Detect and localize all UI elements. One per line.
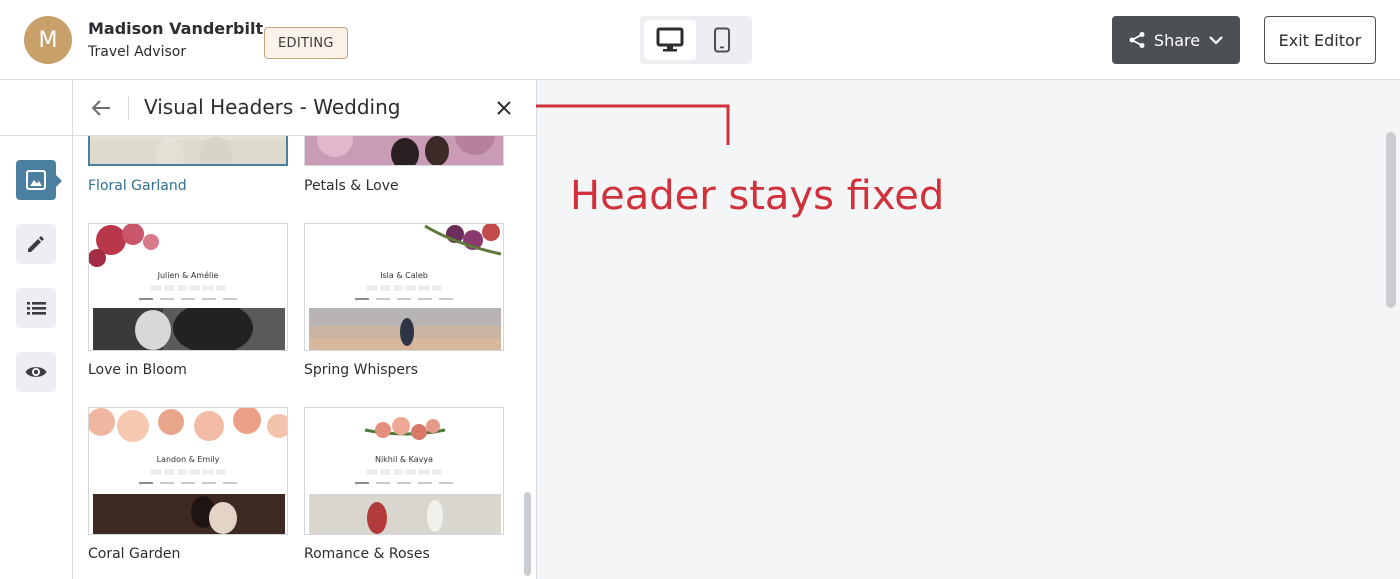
template-thumbnail: Isla & Caleb: [304, 223, 504, 351]
back-arrow-icon[interactable]: [89, 96, 113, 120]
rail-item-list[interactable]: [16, 288, 56, 328]
photo-preview: [93, 308, 285, 350]
device-toggle: [640, 16, 752, 64]
list-icon: [27, 302, 46, 315]
template-label: Coral Garden: [88, 546, 181, 562]
panel-title: Visual Headers - Wedding: [144, 95, 401, 119]
template-thumbnail: Julien & Amélie: [88, 223, 288, 351]
canvas-scrollbar[interactable]: [1386, 132, 1396, 308]
share-label: Share: [1153, 30, 1201, 50]
photo-preview: [93, 494, 285, 534]
status-badge: EDITING: [264, 27, 348, 59]
couple-name: Nikhil & Kavya: [374, 455, 434, 464]
editor-canvas: [537, 80, 1400, 579]
panel-header: Visual Headers - Wedding: [73, 80, 536, 136]
template-thumbnail: Nikhil & Kavya: [304, 407, 504, 535]
photo-preview: [309, 494, 501, 534]
user-name: Madison Vanderbilt: [88, 19, 264, 38]
share-icon: [1129, 32, 1145, 48]
exit-editor-button[interactable]: Exit Editor: [1264, 16, 1376, 64]
nav-preview: [305, 482, 503, 484]
image-icon: [26, 170, 46, 190]
template-label: Love in Bloom: [88, 362, 187, 378]
template-thumbnail: Landon & Emily: [88, 407, 288, 535]
top-bar: M Madison Vanderbilt Travel Advisor EDIT…: [0, 0, 1400, 80]
sidebar-rail: [0, 80, 73, 579]
date-blocks: [305, 469, 503, 475]
header-divider: [128, 96, 129, 120]
mobile-view-button[interactable]: [696, 20, 748, 60]
nav-preview: [89, 298, 287, 300]
annotation-text: Header stays fixed: [570, 173, 945, 219]
avatar[interactable]: M: [24, 16, 72, 64]
user-role: Travel Advisor: [88, 44, 187, 60]
pencil-icon: [28, 236, 44, 252]
rail-item-preview[interactable]: [16, 352, 56, 392]
chevron-down-icon: [1209, 36, 1223, 45]
date-blocks: [89, 285, 287, 291]
rail-item-edit[interactable]: [16, 224, 56, 264]
rail-divider: [0, 135, 72, 136]
nav-preview: [89, 482, 287, 484]
couple-name: Isla & Caleb: [380, 271, 428, 280]
nav-preview: [305, 298, 503, 300]
close-icon[interactable]: [493, 97, 515, 119]
panel-scrollbar[interactable]: [524, 492, 531, 576]
annotation-bracket: [525, 104, 730, 145]
date-blocks: [305, 285, 503, 291]
desktop-view-button[interactable]: [644, 20, 696, 60]
mobile-icon: [714, 27, 730, 53]
share-button[interactable]: Share: [1112, 16, 1240, 64]
photo-preview: [309, 308, 501, 350]
couple-name: Julien & Amélie: [157, 271, 219, 280]
template-label: Floral Garland: [88, 178, 187, 194]
date-blocks: [89, 469, 287, 475]
rail-item-visual-headers[interactable]: [16, 160, 56, 200]
template-label: Petals & Love: [304, 178, 399, 194]
eye-icon: [25, 367, 47, 377]
visual-headers-panel: Visual Headers - Wedding Floral Garland: [73, 80, 537, 579]
template-label: Spring Whispers: [304, 362, 419, 378]
couple-name: Landon & Emily: [156, 455, 220, 464]
active-indicator: [56, 175, 62, 187]
template-label: Romance & Roses: [304, 546, 430, 562]
desktop-icon: [656, 27, 684, 52]
